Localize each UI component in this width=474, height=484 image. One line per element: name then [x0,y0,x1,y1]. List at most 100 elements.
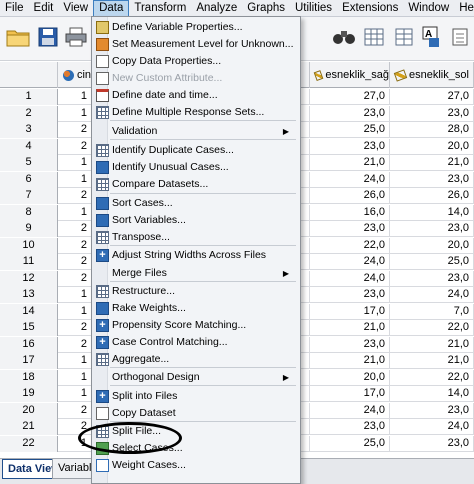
menu-item-transpose[interactable]: Transpose... [94,229,299,246]
row-number[interactable]: 10 [0,237,58,254]
cell-esneklik-sag[interactable]: 23,0 [310,105,390,122]
cell-esneklik-sol[interactable]: 24,0 [390,287,474,303]
column-header-esneklik-sag[interactable]: esneklik_sağ [310,62,390,88]
cell-esneklik-sag[interactable]: 21,0 [310,353,390,369]
menu-item-copy-data-properties[interactable]: Copy Data Properties... [94,53,299,70]
cell-cinsiyet[interactable]: 1 [58,369,92,386]
cell-cinsiyet[interactable]: 2 [58,138,92,155]
cell-esneklik-sol[interactable]: 24,0 [390,419,474,435]
row-number[interactable]: 9 [0,221,58,237]
cell-esneklik-sol[interactable]: 20,0 [390,237,474,254]
cell-cinsiyet[interactable]: 1 [58,89,92,105]
cell-cinsiyet[interactable]: 2 [58,402,92,419]
cell-esneklik-sol[interactable]: 14,0 [390,386,474,402]
cell-cinsiyet[interactable]: 2 [58,336,92,353]
menu-edit[interactable]: Edit [29,0,59,17]
cell-esneklik-sol[interactable]: 20,0 [390,138,474,155]
print-icon[interactable] [62,23,90,51]
menu-help[interactable]: Help [454,0,474,17]
cell-cinsiyet[interactable]: 2 [58,320,92,336]
cell-esneklik-sag[interactable]: 23,0 [310,287,390,303]
row-number[interactable]: 14 [0,303,58,320]
row-number[interactable]: 17 [0,353,58,369]
row-number[interactable]: 11 [0,254,58,270]
row-number[interactable]: 7 [0,188,58,204]
row-number[interactable]: 21 [0,419,58,435]
cell-esneklik-sag[interactable]: 23,0 [310,336,390,353]
cell-cinsiyet[interactable]: 1 [58,204,92,221]
row-number[interactable]: 8 [0,204,58,221]
cell-esneklik-sol[interactable]: 22,0 [390,369,474,386]
cell-esneklik-sol[interactable]: 27,0 [390,89,474,105]
cell-esneklik-sag[interactable]: 24,0 [310,254,390,270]
menu-item-identify-unusual-cases[interactable]: Identify Unusual Cases... [94,159,299,176]
cell-esneklik-sol[interactable]: 14,0 [390,204,474,221]
cell-cinsiyet[interactable]: 1 [58,105,92,122]
tab-variable-view[interactable]: Variable V [52,459,92,479]
menu-item-validation[interactable]: Validation ▶ [94,123,299,140]
cell-cinsiyet[interactable]: 2 [58,270,92,287]
cell-cinsiyet[interactable]: 2 [58,237,92,254]
cell-cinsiyet[interactable]: 2 [58,221,92,237]
cell-cinsiyet[interactable]: 2 [58,122,92,138]
cell-esneklik-sag[interactable]: 20,0 [310,369,390,386]
menu-view[interactable]: View [58,0,93,17]
menu-item-adjust-string-widths-across-files[interactable]: + Adjust String Widths Across Files [94,247,299,264]
menu-extensions[interactable]: Extensions [337,0,403,17]
find-icon[interactable] [330,23,358,51]
row-number[interactable]: 20 [0,402,58,419]
split-file-toolbar-icon[interactable]: A [418,23,446,51]
menu-item-set-measurement-level-for-unknown[interactable]: Set Measurement Level for Unknown... [94,36,299,53]
row-number[interactable]: 1 [0,89,58,105]
open-folder-icon[interactable] [4,23,32,51]
insert-variable-icon[interactable] [390,23,418,51]
cell-cinsiyet[interactable]: 2 [58,188,92,204]
cell-esneklik-sol[interactable]: 23,0 [390,105,474,122]
cell-esneklik-sag[interactable]: 24,0 [310,171,390,188]
cell-cinsiyet[interactable]: 1 [58,386,92,402]
cell-esneklik-sag[interactable]: 25,0 [310,122,390,138]
cell-esneklik-sol[interactable]: 23,0 [390,402,474,419]
row-number[interactable]: 22 [0,435,58,452]
cell-esneklik-sol[interactable]: 22,0 [390,320,474,336]
cell-cinsiyet[interactable]: 1 [58,155,92,171]
menu-item-define-variable-properties[interactable]: Define Variable Properties... [94,19,299,36]
row-number[interactable]: 15 [0,320,58,336]
menu-item-weight-cases[interactable]: Weight Cases... [94,457,299,474]
cell-esneklik-sol[interactable]: 23,0 [390,171,474,188]
cell-esneklik-sol[interactable]: 23,0 [390,221,474,237]
cell-esneklik-sol[interactable]: 21,0 [390,353,474,369]
value-labels-icon[interactable] [446,23,474,51]
cell-esneklik-sag[interactable]: 21,0 [310,155,390,171]
menu-transform[interactable]: Transform [129,0,191,17]
cell-esneklik-sol[interactable]: 25,0 [390,254,474,270]
menu-data[interactable]: Data [93,0,130,17]
menu-item-rake-weights[interactable]: Rake Weights... [94,300,299,317]
cell-esneklik-sol[interactable]: 26,0 [390,188,474,204]
cell-esneklik-sag[interactable]: 22,0 [310,237,390,254]
cell-cinsiyet[interactable]: 1 [58,287,92,303]
menu-item-define-date-and-time[interactable]: Define date and time... [94,87,299,104]
row-number[interactable]: 2 [0,105,58,122]
cell-esneklik-sol[interactable]: 23,0 [390,435,474,452]
cell-esneklik-sag[interactable]: 26,0 [310,188,390,204]
cell-esneklik-sag[interactable]: 27,0 [310,89,390,105]
column-header-cinsiyet[interactable]: cin [58,62,92,88]
row-number[interactable]: 13 [0,287,58,303]
column-header-esneklik-sol[interactable]: esneklik_sol [390,62,474,88]
row-number[interactable]: 5 [0,155,58,171]
menu-analyze[interactable]: Analyze [191,0,242,17]
cell-esneklik-sag[interactable]: 23,0 [310,138,390,155]
row-number[interactable]: 12 [0,270,58,287]
cell-cinsiyet[interactable]: 1 [58,171,92,188]
cell-esneklik-sol[interactable]: 21,0 [390,336,474,353]
menu-item-identify-duplicate-cases[interactable]: Identify Duplicate Cases... [94,142,299,159]
cell-esneklik-sol[interactable]: 28,0 [390,122,474,138]
row-number[interactable]: 16 [0,336,58,353]
menu-item-merge-files[interactable]: Merge Files ▶ [94,265,299,282]
cell-esneklik-sag[interactable]: 17,0 [310,303,390,320]
row-number[interactable]: 4 [0,138,58,155]
menu-item-split-into-files[interactable]: + Split into Files [94,388,299,405]
cell-esneklik-sag[interactable]: 23,0 [310,221,390,237]
menu-item-orthogonal-design[interactable]: Orthogonal Design ▶ [94,369,299,386]
